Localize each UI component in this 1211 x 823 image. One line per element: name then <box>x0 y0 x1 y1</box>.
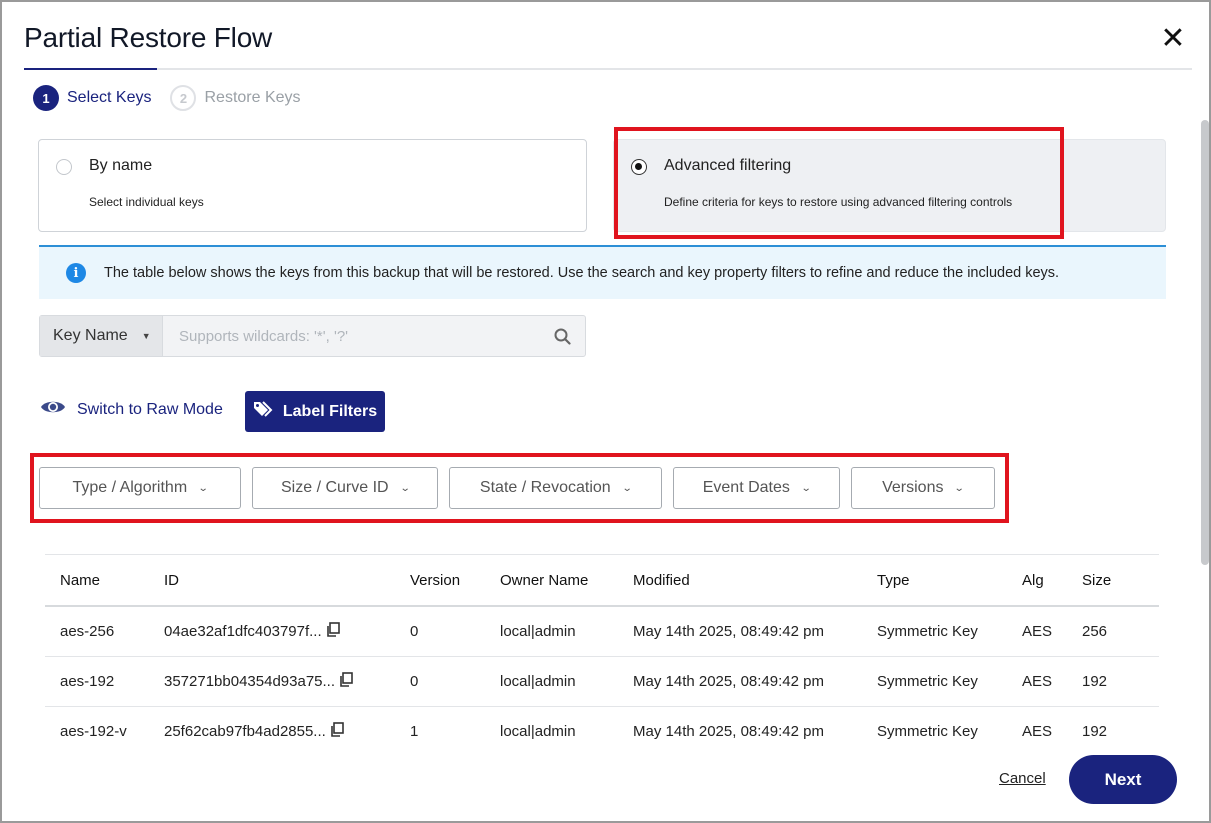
filter-label: Versions <box>882 479 944 496</box>
info-banner: i The table below shows the keys from th… <box>39 245 1166 299</box>
id-text: 04ae32af1dfc403797f... <box>164 623 322 640</box>
step-select-keys[interactable]: 1 Select Keys <box>33 85 151 111</box>
partial-restore-dialog: Partial Restore Flow ✕ 1 Select Keys 2 R… <box>0 0 1211 823</box>
cell-type: Symmetric Key <box>877 723 978 740</box>
cell-id: 357271bb04354d93a75... <box>164 657 353 706</box>
copy-icon[interactable] <box>326 622 340 641</box>
filter-event-dates[interactable]: Event Dates ⌄ <box>673 467 840 509</box>
cell-type: Symmetric Key <box>877 623 978 640</box>
filter-label: Size / Curve ID <box>281 479 389 496</box>
step-label: Select Keys <box>67 89 152 106</box>
search-field-select[interactable]: Key Name ▼ <box>40 316 163 356</box>
step-restore-keys[interactable]: 2 Restore Keys <box>170 85 301 111</box>
eye-icon <box>40 398 66 421</box>
key-search: Key Name ▼ <box>39 315 586 357</box>
by-name-title: By name <box>89 157 153 174</box>
table-header-row: Name ID Version Owner Name Modified Type… <box>45 555 1159 607</box>
filter-versions[interactable]: Versions ⌄ <box>851 467 995 509</box>
id-text: 25f62cab97fb4ad2855... <box>164 723 326 740</box>
chevron-down-icon: ⌄ <box>621 482 633 494</box>
label-filters-label: Label Filters <box>282 402 378 420</box>
cell-name: aes-192 <box>60 673 115 690</box>
filter-size-curve-id[interactable]: Size / Curve ID ⌄ <box>252 467 438 509</box>
info-text: The table below shows the keys from this… <box>104 265 1060 281</box>
search-field-label: Key Name <box>53 327 128 344</box>
cell-modified: May 14th 2025, 08:49:42 pm <box>633 723 824 740</box>
cell-version: 0 <box>410 623 419 640</box>
close-icon[interactable]: ✕ <box>1158 24 1188 54</box>
info-icon: i <box>66 263 86 283</box>
cell-name: aes-192-v <box>60 723 127 740</box>
filter-label: Type / Algorithm <box>72 479 188 496</box>
cell-version: 0 <box>410 673 419 690</box>
filter-label: State / Revocation <box>479 479 611 496</box>
chevron-down-icon: ⌄ <box>800 482 812 494</box>
cell-size: 256 <box>1082 623 1108 640</box>
cell-modified: May 14th 2025, 08:49:42 pm <box>633 673 824 690</box>
stepper: 1 Select Keys 2 Restore Keys <box>33 85 320 111</box>
table-row[interactable]: aes-192-v 25f62cab97fb4ad2855... 1 local… <box>45 707 1159 741</box>
table-row[interactable]: aes-192 357271bb04354d93a75... 0 local|a… <box>45 657 1159 707</box>
column-header-name[interactable]: Name <box>60 555 100 605</box>
label-filters-button[interactable]: Label Filters <box>245 391 385 432</box>
cell-version: 1 <box>410 723 419 740</box>
column-header-modified[interactable]: Modified <box>633 555 690 605</box>
column-header-size[interactable]: Size <box>1082 555 1111 605</box>
cell-owner: local|admin <box>500 673 576 690</box>
by-name-radio[interactable] <box>56 159 72 175</box>
switch-to-raw-mode-link[interactable]: Switch to Raw Mode <box>40 398 223 421</box>
filter-state-revocation[interactable]: State / Revocation ⌄ <box>449 467 662 509</box>
chevron-down-icon: ⌄ <box>197 482 209 494</box>
cancel-button[interactable]: Cancel <box>999 770 1046 787</box>
filter-label: Event Dates <box>702 479 790 496</box>
mode-card-by-name[interactable]: By name Select individual keys <box>38 139 587 232</box>
cell-owner: local|admin <box>500 623 576 640</box>
column-header-alg[interactable]: Alg <box>1022 555 1044 605</box>
dialog-title: Partial Restore Flow <box>24 22 273 53</box>
cell-owner: local|admin <box>500 723 576 740</box>
cell-size: 192 <box>1082 673 1108 690</box>
by-name-description: Select individual keys <box>89 195 204 209</box>
table-row[interactable]: aes-256 04ae32af1dfc403797f... 0 local|a… <box>45 607 1159 657</box>
column-header-owner-name[interactable]: Owner Name <box>500 555 588 605</box>
keys-table: Name ID Version Owner Name Modified Type… <box>45 554 1159 741</box>
cell-modified: May 14th 2025, 08:49:42 pm <box>633 623 824 640</box>
caret-down-icon: ▼ <box>141 331 151 341</box>
cell-name: aes-256 <box>60 623 115 640</box>
filter-type-algorithm[interactable]: Type / Algorithm ⌄ <box>39 467 241 509</box>
step-label: Restore Keys <box>204 89 301 106</box>
column-header-type[interactable]: Type <box>877 555 910 605</box>
chevron-down-icon: ⌄ <box>954 482 966 494</box>
switch-to-raw-mode-label: Switch to Raw Mode <box>77 400 223 418</box>
copy-icon[interactable] <box>330 722 344 741</box>
id-text: 357271bb04354d93a75... <box>164 673 336 690</box>
step-number: 2 <box>170 85 197 111</box>
highlight-box-advanced-filtering <box>614 127 1064 239</box>
next-button[interactable]: Next <box>1069 755 1177 804</box>
scrollbar-thumb[interactable] <box>1201 120 1209 565</box>
cell-type: Symmetric Key <box>877 673 978 690</box>
cell-alg: AES <box>1022 673 1053 690</box>
column-header-id[interactable]: ID <box>164 555 179 605</box>
cell-alg: AES <box>1022 623 1053 640</box>
cell-id: 04ae32af1dfc403797f... <box>164 607 340 656</box>
tags-icon <box>253 400 275 423</box>
cell-size: 192 <box>1082 723 1108 740</box>
copy-icon[interactable] <box>339 672 353 691</box>
column-header-version[interactable]: Version <box>410 555 460 605</box>
active-step-underline <box>24 68 157 70</box>
cell-id: 25f62cab97fb4ad2855... <box>164 707 344 741</box>
title-divider <box>24 68 1192 70</box>
cell-alg: AES <box>1022 723 1053 740</box>
chevron-down-icon: ⌄ <box>399 482 411 494</box>
search-input[interactable] <box>163 316 539 356</box>
search-icon[interactable] <box>539 316 585 356</box>
step-number: 1 <box>33 85 59 111</box>
